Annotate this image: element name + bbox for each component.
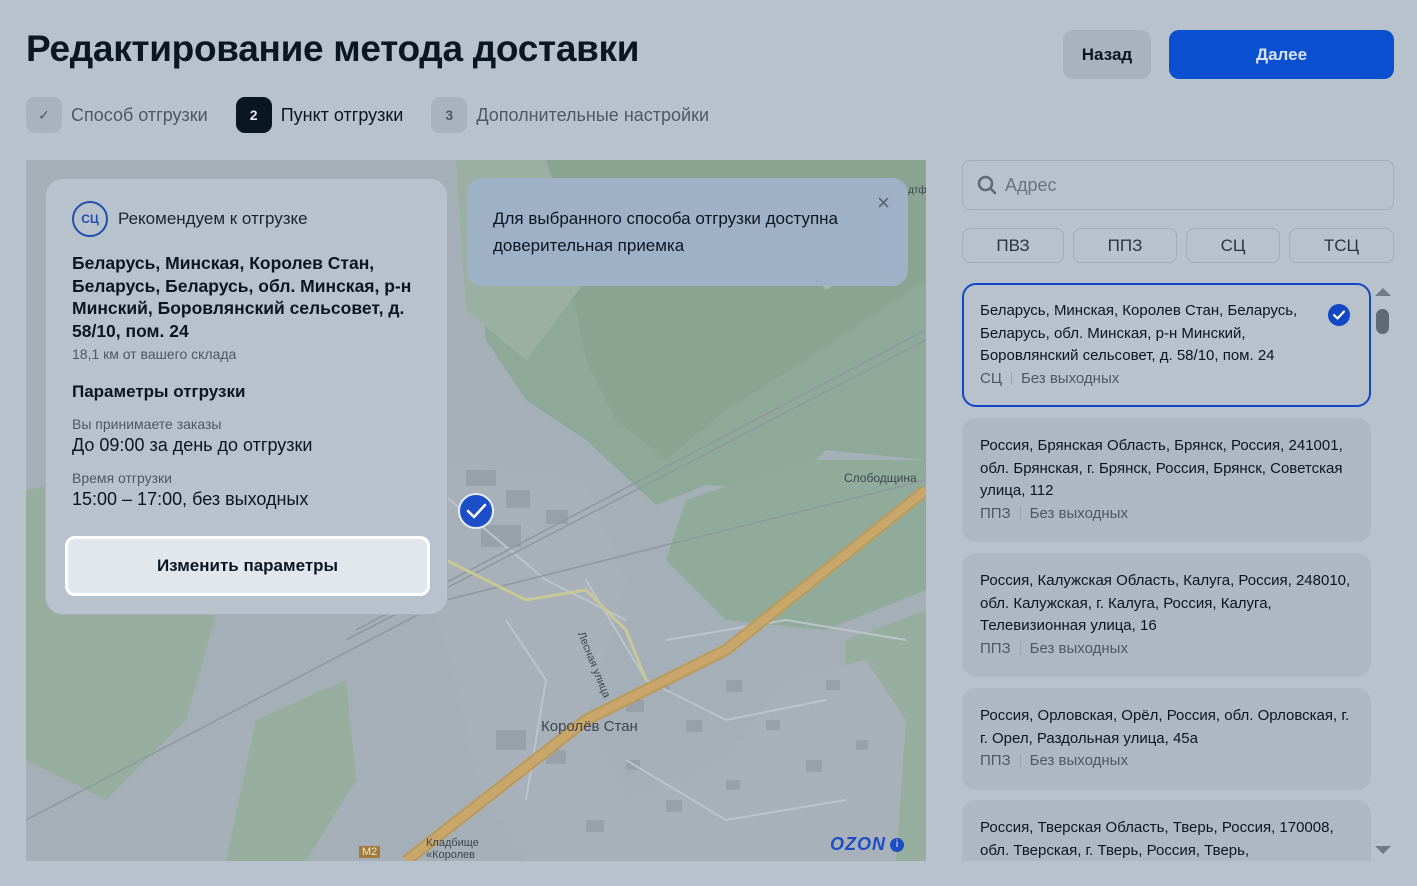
map-label-sloboda: Слободщина [844,471,917,485]
filter-pvz[interactable]: ПВЗ [962,228,1064,263]
recommendation-card: СЦ Рекомендуем к отгрузке Беларусь, Минс… [45,178,448,615]
scroll-up-arrow-icon[interactable] [1375,288,1391,296]
highway-shield-m2: М2 [359,846,381,858]
map-label-korolev-stan: Королёв Стан [541,718,638,735]
filter-ppz[interactable]: ППЗ [1073,228,1177,263]
point-type: ППЗ [980,639,1011,657]
shipping-time-label: Время отгрузки [72,470,172,486]
point-address: Россия, Калужская Область, Калуга, Росси… [980,572,1351,634]
step-label: Способ отгрузки [71,104,208,125]
point-address: Россия, Орловская, Орёл, Россия, обл. Ор… [980,707,1350,747]
page-title: Редактирование метода доставки [26,28,640,69]
point-meta: ППЗ Без выходных [980,503,1353,526]
trusted-acceptance-notice: Для выбранного способа отгрузки доступна… [467,178,908,286]
map-label-cemetery-2: «Королев [426,849,476,861]
back-button[interactable]: Назад [1063,30,1151,79]
ozon-logo: OZON i [830,834,904,855]
close-icon[interactable]: × [877,192,890,214]
step-number: 2 [235,97,272,133]
list-item[interactable]: Россия, Брянская Область, Брянск, Россия… [962,418,1371,542]
list-item[interactable]: Россия, Тверская Область, Тверь, Россия,… [962,800,1371,861]
point-schedule: Без выходных [1020,369,1120,387]
list-item[interactable]: Россия, Орловская, Орёл, Россия, обл. Ор… [962,688,1371,790]
point-type: ППЗ [980,752,1011,769]
point-meta: СЦ Без выходных [980,368,1319,391]
point-meta: ППЗ Без выходных [980,638,1353,661]
address-search[interactable] [962,160,1394,210]
step-label: Дополнительные настройки [476,104,710,125]
map-label-cemetery: Кладбище [426,837,479,849]
list-item[interactable]: Россия, Калужская Область, Калуга, Росси… [962,553,1371,677]
step-shipping-method[interactable]: ✓ Способ отгрузки [26,97,208,133]
filter-sc[interactable]: СЦ [1186,228,1280,263]
step-shipping-point[interactable]: 2 Пункт отгрузки [235,97,404,133]
check-circle-icon [1328,304,1350,326]
point-meta: ППЗ Без выходных [980,750,1353,773]
point-address: Россия, Тверская Область, Тверь, Россия,… [980,819,1334,859]
recommended-address: Беларусь, Минская, Королев Стан, Беларус… [72,253,412,341]
point-schedule: Без выходных [1029,639,1128,657]
distance-text: 18,1 км от вашего склада [72,346,237,362]
next-button[interactable]: Далее [1169,30,1394,79]
scroll-down-arrow-icon[interactable] [1375,846,1391,854]
shipping-time-value: 15:00 – 17:00, без выходных [72,489,309,509]
params-title: Параметры отгрузки [72,382,246,401]
list-item[interactable]: Беларусь, Минская, Королев Стан, Беларус… [962,283,1371,407]
step-label: Пункт отгрузки [280,104,404,125]
notice-text: Для выбранного способа отгрузки доступна… [493,209,839,255]
point-address: Россия, Брянская Область, Брянск, Россия… [980,437,1343,499]
search-input[interactable] [1005,174,1385,196]
points-list[interactable]: Беларусь, Минская, Королев Стан, Беларус… [962,283,1371,861]
point-type-filters: ПВЗ ППЗ СЦ ТСЦ [962,228,1394,263]
point-address: Беларусь, Минская, Королев Стан, Беларус… [980,302,1298,364]
search-icon [977,175,997,195]
change-params-button[interactable]: Изменить параметры [65,536,430,596]
map-label-edge: дтф [908,185,926,196]
step-additional-settings[interactable]: 3 Дополнительные настройки [431,97,709,133]
filter-tsc[interactable]: ТСЦ [1289,228,1394,263]
point-type: ППЗ [980,504,1011,522]
scrollbar-thumb[interactable] [1376,309,1389,334]
point-type: СЦ [980,369,1002,387]
orders-label: Вы принимаете заказы [72,416,222,432]
stepper: ✓ Способ отгрузки 2 Пункт отгрузки 3 Доп… [26,97,737,133]
recommendation-title: Рекомендуем к отгрузке [118,209,308,228]
step-number: 3 [431,97,468,133]
ozon-brand: OZON [830,834,886,854]
sc-logo-icon: СЦ [72,201,108,237]
point-schedule: Без выходных [1029,504,1128,522]
orders-value: До 09:00 за день до отгрузки [72,435,313,455]
info-icon[interactable]: i [890,837,904,852]
point-schedule: Без выходных [1029,752,1128,769]
check-icon: ✓ [26,97,62,133]
